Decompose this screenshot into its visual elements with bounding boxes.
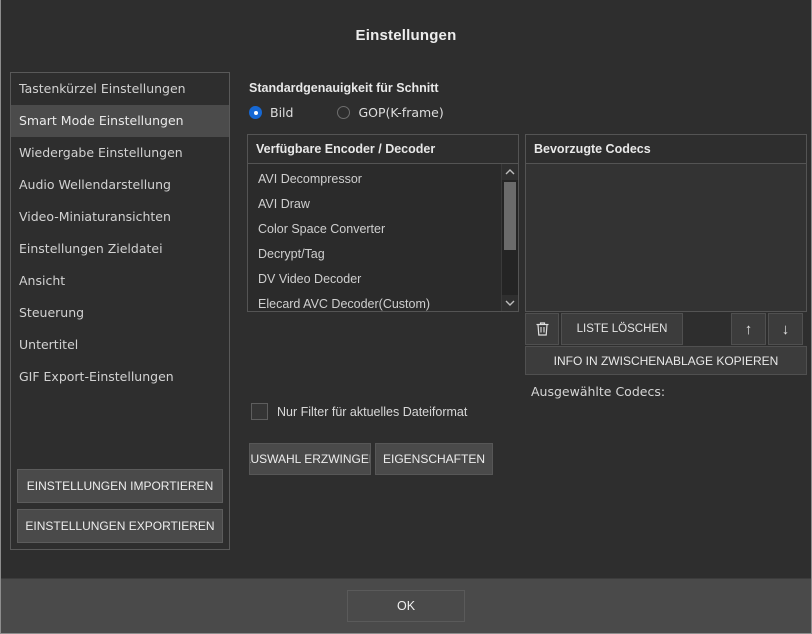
preferred-codecs-list[interactable] bbox=[526, 164, 806, 311]
dialog-content: Tastenkürzel Einstellungen Smart Mode Ei… bbox=[1, 70, 811, 578]
clear-list-button[interactable]: LISTE LÖSCHEN bbox=[561, 313, 683, 345]
force-selection-label: AUSWAHL ERZWINGEN bbox=[249, 452, 371, 466]
smart-mode-settings-pane: Standardgenauigkeit für Schnitt Bild GOP… bbox=[245, 70, 807, 578]
sidebar-item-untertitel[interactable]: Untertitel bbox=[11, 329, 229, 361]
import-settings-button[interactable]: EINSTELLUNGEN IMPORTIEREN bbox=[17, 469, 223, 503]
precision-radio-group: Bild GOP(K-frame) bbox=[249, 105, 488, 120]
list-item[interactable]: DV Video Decoder bbox=[248, 267, 501, 292]
radio-label-gop: GOP(K-frame) bbox=[358, 105, 444, 120]
dialog-titlebar: Einstellungen bbox=[1, 0, 811, 70]
delete-codec-button[interactable] bbox=[525, 313, 559, 345]
precision-section-label: Standardgenauigkeit für Schnitt bbox=[249, 81, 439, 95]
chevron-up-icon[interactable] bbox=[502, 164, 518, 180]
list-item[interactable]: AVI Draw bbox=[248, 192, 501, 217]
sidebar-item-smart-mode[interactable]: Smart Mode Einstellungen bbox=[11, 105, 229, 137]
preferred-codecs-toolbar: LISTE LÖSCHEN ↑ ↓ bbox=[525, 313, 807, 345]
available-panel-header: Verfügbare Encoder / Decoder bbox=[248, 135, 518, 164]
sidebar-item-wiedergabe[interactable]: Wiedergabe Einstellungen bbox=[11, 137, 229, 169]
sidebar-item-ansicht[interactable]: Ansicht bbox=[11, 265, 229, 297]
settings-dialog: Einstellungen Tastenkürzel Einstellungen… bbox=[0, 0, 812, 634]
move-up-button[interactable]: ↑ bbox=[731, 313, 766, 345]
filter-current-format-label: Nur Filter für aktuelles Dateiformat bbox=[277, 404, 468, 419]
list-item[interactable]: Color Space Converter bbox=[248, 217, 501, 242]
copy-info-to-clipboard-button[interactable]: INFO IN ZWISCHENABLAGE KOPIEREN bbox=[525, 346, 807, 375]
sidebar-nav-list: Tastenkürzel Einstellungen Smart Mode Ei… bbox=[11, 73, 229, 469]
preferred-codecs-panel: Bevorzugte Codecs bbox=[525, 134, 807, 312]
chevron-down-icon[interactable] bbox=[502, 295, 518, 311]
sidebar-item-gif-export[interactable]: GIF Export-Einstellungen bbox=[11, 361, 229, 393]
properties-button[interactable]: EIGENSCHAFTEN bbox=[375, 443, 493, 475]
radio-unselected-icon bbox=[337, 106, 351, 119]
export-settings-button[interactable]: EINSTELLUNGEN EXPORTIEREN bbox=[17, 509, 223, 543]
sidebar-item-zieldatei[interactable]: Einstellungen Zieldatei bbox=[11, 233, 229, 265]
arrow-down-icon: ↓ bbox=[781, 320, 790, 338]
filter-current-format-checkbox[interactable] bbox=[251, 403, 268, 420]
move-down-button[interactable]: ↓ bbox=[768, 313, 803, 345]
dialog-footer: OK bbox=[1, 578, 811, 633]
sidebar-item-audio-wellendarstellung[interactable]: Audio Wellendarstellung bbox=[11, 169, 229, 201]
radio-option-bild[interactable]: Bild bbox=[249, 105, 293, 120]
ok-button[interactable]: OK bbox=[347, 590, 465, 622]
list-item[interactable]: AVI Decompressor bbox=[248, 167, 501, 192]
selected-codecs-label: Ausgewählte Codecs: bbox=[531, 384, 666, 399]
codec-action-buttons: AUSWAHL ERZWINGEN EIGENSCHAFTEN bbox=[249, 443, 493, 475]
list-item[interactable]: Decrypt/Tag bbox=[248, 242, 501, 267]
radio-selected-icon bbox=[249, 106, 262, 119]
sidebar-item-tastenkuerzel[interactable]: Tastenkürzel Einstellungen bbox=[11, 73, 229, 105]
scrollbar-thumb[interactable] bbox=[504, 182, 516, 250]
filter-current-format-row[interactable]: Nur Filter für aktuelles Dateiformat bbox=[251, 403, 467, 420]
sidebar-item-video-miniaturansichten[interactable]: Video-Miniaturansichten bbox=[11, 201, 229, 233]
settings-sidebar: Tastenkürzel Einstellungen Smart Mode Ei… bbox=[10, 72, 230, 550]
page-title: Einstellungen bbox=[355, 26, 457, 44]
preferred-panel-header: Bevorzugte Codecs bbox=[526, 135, 806, 164]
available-list-scrollbar[interactable] bbox=[501, 164, 518, 311]
force-selection-button[interactable]: AUSWAHL ERZWINGEN bbox=[249, 443, 371, 475]
available-codecs-list[interactable]: AVI Decompressor AVI Draw Color Space Co… bbox=[248, 164, 501, 311]
list-item[interactable]: Elecard AVC Decoder(Custom) bbox=[248, 292, 501, 311]
trash-icon bbox=[535, 321, 550, 337]
radio-option-gop[interactable]: GOP(K-frame) bbox=[337, 105, 444, 120]
arrow-up-icon: ↑ bbox=[744, 320, 753, 338]
sidebar-item-steuerung[interactable]: Steuerung bbox=[11, 297, 229, 329]
available-codecs-panel: Verfügbare Encoder / Decoder AVI Decompr… bbox=[247, 134, 519, 312]
available-panel-body: AVI Decompressor AVI Draw Color Space Co… bbox=[248, 164, 518, 311]
radio-label-bild: Bild bbox=[270, 105, 294, 120]
